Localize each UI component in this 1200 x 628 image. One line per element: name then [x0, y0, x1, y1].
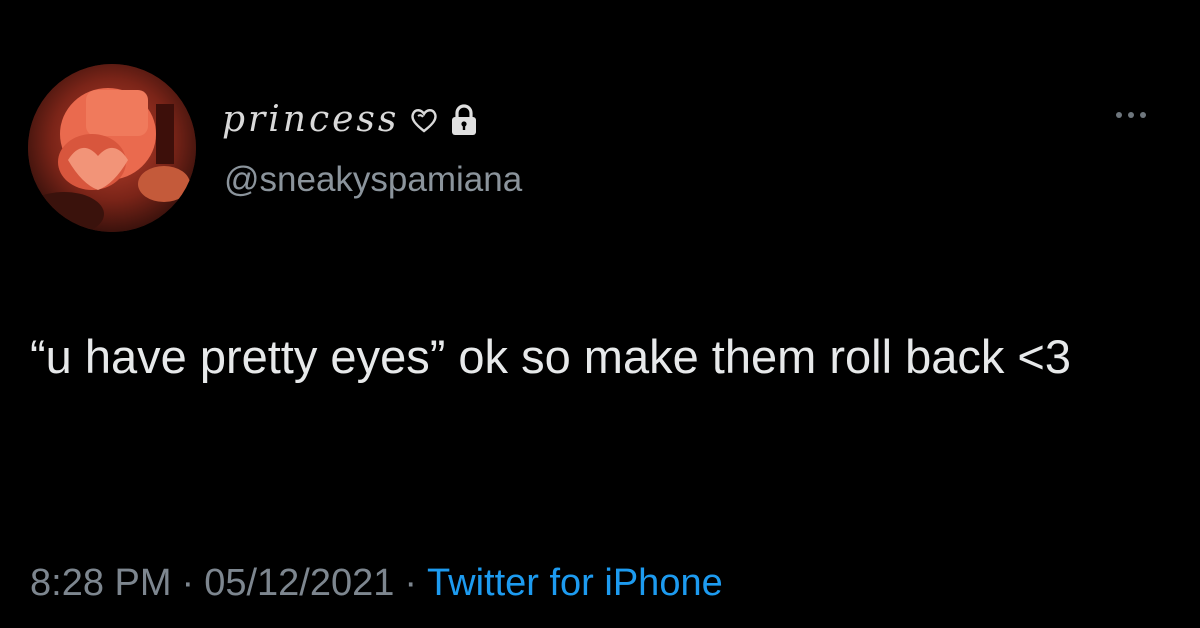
display-name-row: princess — [222, 96, 479, 144]
meta-separator: · — [404, 562, 418, 604]
tweet-text: “u have pretty eyes” ok so make them rol… — [30, 330, 1071, 383]
tweet-source-link[interactable]: Twitter for iPhone — [427, 560, 723, 606]
avatar[interactable] — [28, 64, 196, 232]
lock-icon — [449, 103, 479, 137]
meta-separator: · — [181, 562, 195, 604]
more-options-icon — [1116, 112, 1146, 118]
tweet-card: princess @sneakyspamiana “u have pretty … — [0, 0, 1200, 628]
user-handle[interactable]: @sneakyspamiana — [224, 162, 522, 197]
avatar-image — [28, 64, 196, 232]
heart-icon — [409, 105, 439, 135]
more-options-button[interactable] — [1106, 100, 1156, 130]
tweet-date[interactable]: 05/12/2021 — [204, 560, 394, 606]
tweet-meta: 8:28 PM · 05/12/2021 · Twitter for iPhon… — [30, 560, 723, 606]
tweet-time[interactable]: 8:28 PM — [30, 560, 172, 606]
display-name[interactable]: princess — [222, 102, 399, 138]
